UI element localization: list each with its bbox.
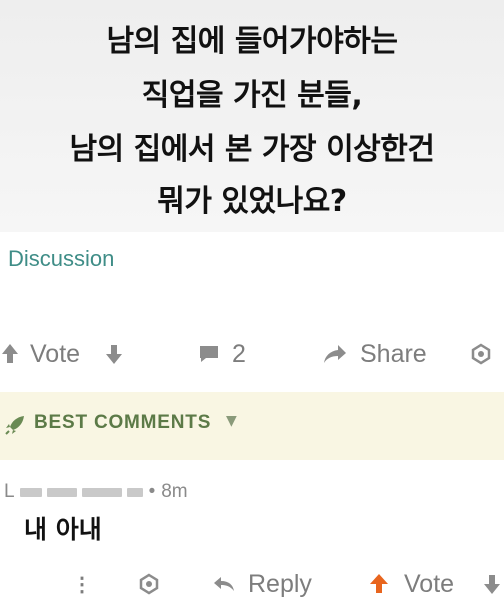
comment-icon[interactable] [198, 336, 220, 372]
best-comments-sort-bar[interactable]: BEST COMMENTS ▼ [0, 392, 504, 460]
comment-body: 내 아내 [24, 515, 102, 544]
comment-timestamp: 8m [161, 481, 188, 502]
more-options-icon[interactable]: ⋮ [72, 566, 92, 602]
comment-separator: • [148, 481, 156, 502]
rocket-icon [4, 414, 26, 436]
comment-author[interactable]: L [4, 481, 15, 503]
comment-count[interactable]: 2 [232, 336, 246, 372]
redacted-username [126, 487, 143, 497]
upvote-icon[interactable] [0, 336, 20, 372]
reply-icon[interactable] [212, 566, 236, 602]
post-title-line: 직업을 가진 분들, [141, 78, 363, 113]
chevron-down-icon[interactable]: ▼ [226, 413, 237, 429]
award-icon[interactable] [138, 566, 160, 602]
post-action-bar: Vote 2 Share [0, 336, 504, 372]
post-title-line: 남의 집에서 본 가장 이상한건 [69, 132, 435, 167]
award-icon[interactable] [470, 336, 492, 372]
post-title-line: 남의 집에 들어가야하는 [106, 24, 398, 59]
downvote-icon[interactable] [104, 336, 124, 372]
reply-button[interactable]: Reply [248, 566, 312, 602]
redacted-username [81, 487, 122, 497]
redacted-username [19, 487, 42, 497]
comment-meta: L • 8m [4, 480, 188, 504]
best-comments-label: BEST COMMENTS [34, 412, 212, 433]
comment-action-bar: ⋮ Reply Vote [0, 566, 504, 602]
vote-label: Vote [404, 569, 455, 598]
post-flair[interactable]: Discussion [8, 246, 114, 272]
vote-label: Vote [30, 339, 81, 368]
share-button[interactable]: Share [360, 336, 427, 372]
post-title-area: 남의 집에 들어가야하는 직업을 가진 분들, 남의 집에서 본 가장 이상한건… [0, 0, 504, 232]
share-icon[interactable] [322, 336, 348, 372]
downvote-icon[interactable] [482, 566, 502, 602]
redacted-username [46, 487, 77, 497]
comment: L • 8m 내 아내 ⋮ Reply Vote [0, 460, 504, 610]
post-title-line: 뭐가 있었나요? [157, 184, 347, 219]
upvote-icon[interactable] [368, 566, 390, 602]
